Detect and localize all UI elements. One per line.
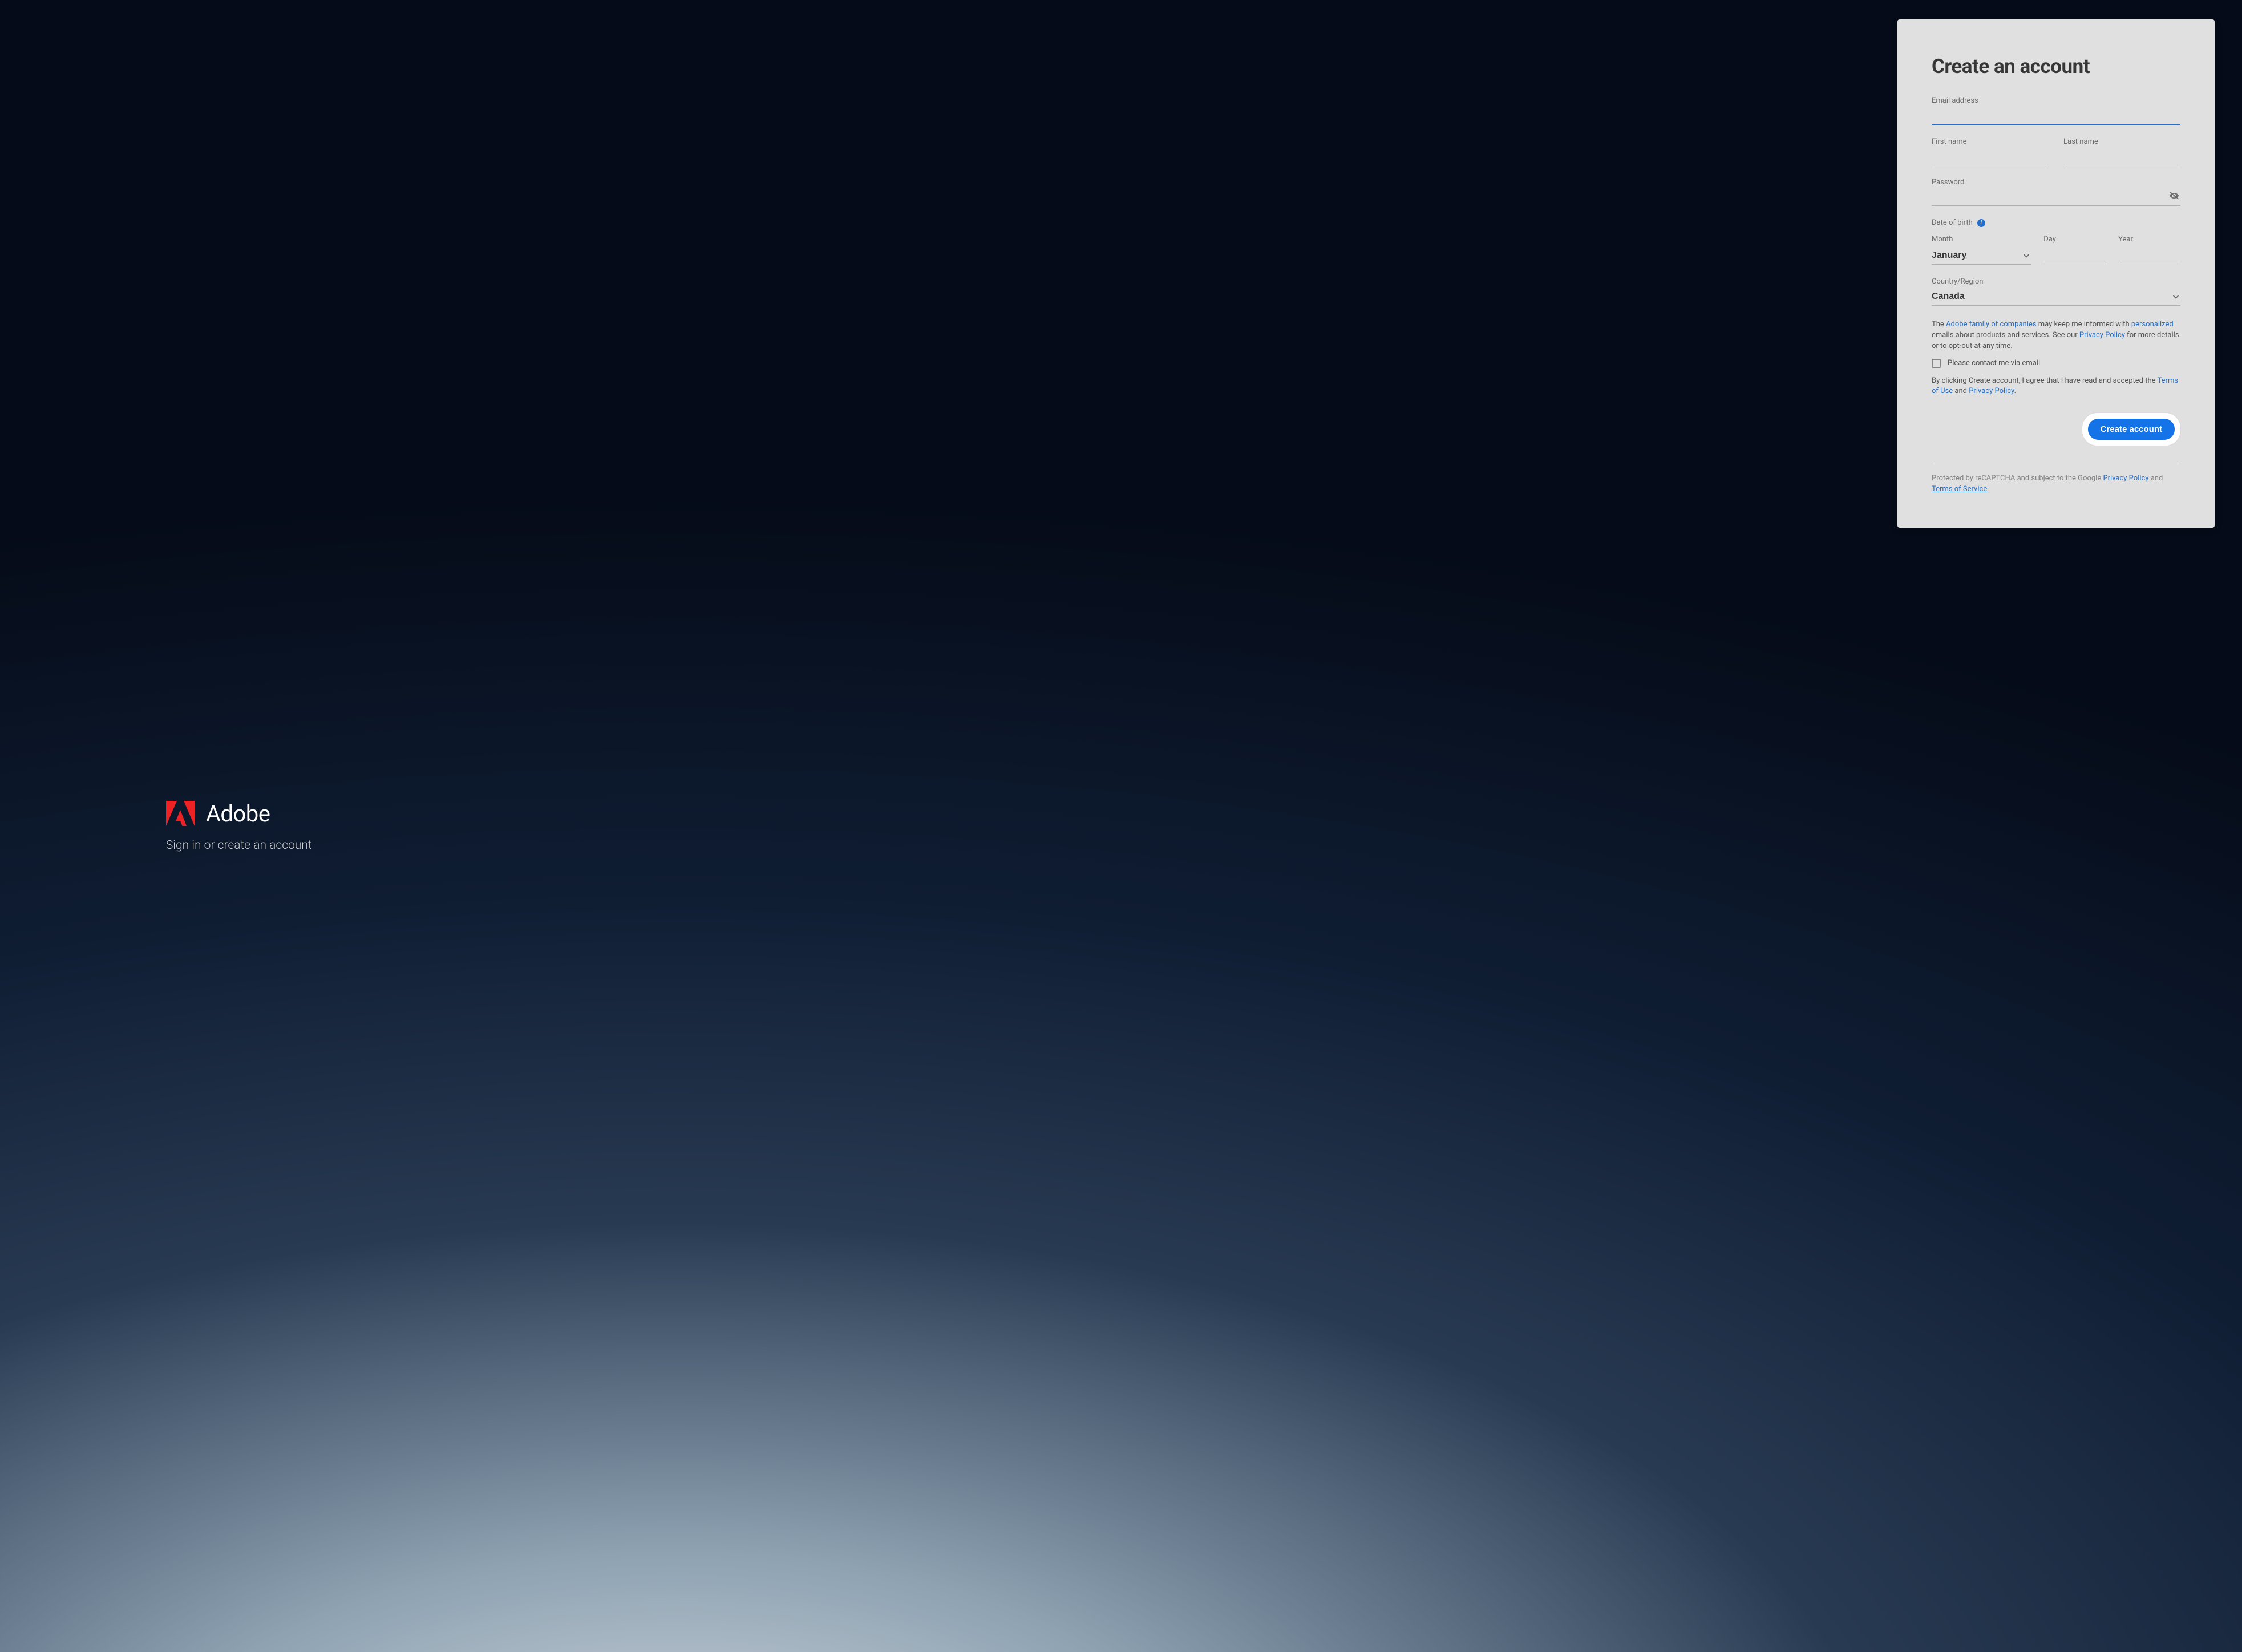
- password-label: Password: [1932, 178, 2180, 187]
- modal-title: Create an account: [1932, 55, 2180, 78]
- dob-section-label: Date of birth i: [1932, 218, 2180, 227]
- marketing-disclosure: The Adobe family of companies may keep m…: [1932, 319, 2180, 352]
- agree-text: and: [1953, 387, 1969, 395]
- google-tos-link[interactable]: Terms of Service: [1932, 485, 1987, 493]
- marketing-text: may keep me informed with: [2036, 320, 2131, 329]
- year-field-group: Year: [2118, 235, 2180, 265]
- brand-row: Adobe: [166, 800, 2242, 827]
- last-name-label: Last name: [2063, 137, 2180, 146]
- personalized-link[interactable]: personalized: [2131, 320, 2174, 329]
- agree-text: By clicking Create account, I agree that…: [1932, 376, 2158, 385]
- day-label: Day: [2043, 235, 2106, 244]
- eye-off-icon: [2168, 195, 2180, 203]
- adobe-logo-icon: [166, 801, 195, 826]
- contact-email-label: Please contact me via email: [1948, 359, 2040, 367]
- year-label: Year: [2118, 235, 2180, 244]
- email-label: Email address: [1932, 96, 2180, 105]
- month-field-group: Month: [1932, 235, 2031, 265]
- email-input[interactable]: [1932, 107, 2180, 125]
- month-label: Month: [1932, 235, 2031, 244]
- first-name-input[interactable]: [1932, 148, 2049, 165]
- privacy-policy-link[interactable]: Privacy Policy: [1969, 387, 2014, 395]
- brand-subtitle: Sign in or create an account: [166, 839, 2242, 852]
- first-name-field-group: First name: [1932, 137, 2049, 165]
- year-input[interactable]: [2118, 247, 2180, 264]
- password-input[interactable]: [1932, 189, 2180, 206]
- brand-name: Adobe: [206, 800, 270, 827]
- contact-checkbox-row: Please contact me via email: [1932, 359, 2180, 368]
- agree-disclosure: By clicking Create account, I agree that…: [1932, 376, 2180, 398]
- month-select[interactable]: [1932, 247, 2031, 265]
- create-account-button[interactable]: Create account: [2088, 419, 2175, 440]
- recaptcha-text: .: [1987, 485, 1989, 493]
- password-field-group: Password: [1932, 178, 2180, 206]
- adobe-companies-link[interactable]: Adobe family of companies: [1946, 320, 2036, 329]
- google-privacy-link[interactable]: Privacy Policy: [2103, 474, 2148, 483]
- recaptcha-text: and: [2148, 474, 2163, 483]
- dob-row: Month Day Year: [1932, 235, 2180, 265]
- day-input[interactable]: [2043, 247, 2106, 264]
- last-name-field-group: Last name: [2063, 137, 2180, 165]
- email-field-group: Email address: [1932, 96, 2180, 125]
- marketing-text: The: [1932, 320, 1946, 329]
- privacy-policy-link[interactable]: Privacy Policy: [2079, 331, 2125, 339]
- marketing-text: emails about products and services. See …: [1932, 331, 2079, 339]
- first-name-label: First name: [1932, 137, 2049, 146]
- submit-highlight: Create account: [2082, 413, 2180, 446]
- agree-text: .: [2014, 387, 2016, 395]
- contact-email-checkbox[interactable]: [1932, 359, 1941, 368]
- dob-label-text: Date of birth: [1932, 218, 1973, 227]
- submit-row: Create account: [1932, 413, 2180, 446]
- country-select[interactable]: [1932, 288, 2180, 306]
- last-name-input[interactable]: [2063, 148, 2180, 165]
- recaptcha-text: Protected by reCAPTCHA and subject to th…: [1932, 474, 2103, 483]
- toggle-password-visibility-button[interactable]: [2168, 190, 2180, 203]
- recaptcha-notice: Protected by reCAPTCHA and subject to th…: [1932, 473, 2180, 495]
- country-label: Country/Region: [1932, 277, 2180, 286]
- name-row: First name Last name: [1932, 137, 2180, 165]
- info-icon[interactable]: i: [1977, 219, 1985, 227]
- signup-modal: Create an account Email address First na…: [1897, 19, 2215, 528]
- day-field-group: Day: [2043, 235, 2106, 265]
- country-field-group: Country/Region: [1932, 277, 2180, 306]
